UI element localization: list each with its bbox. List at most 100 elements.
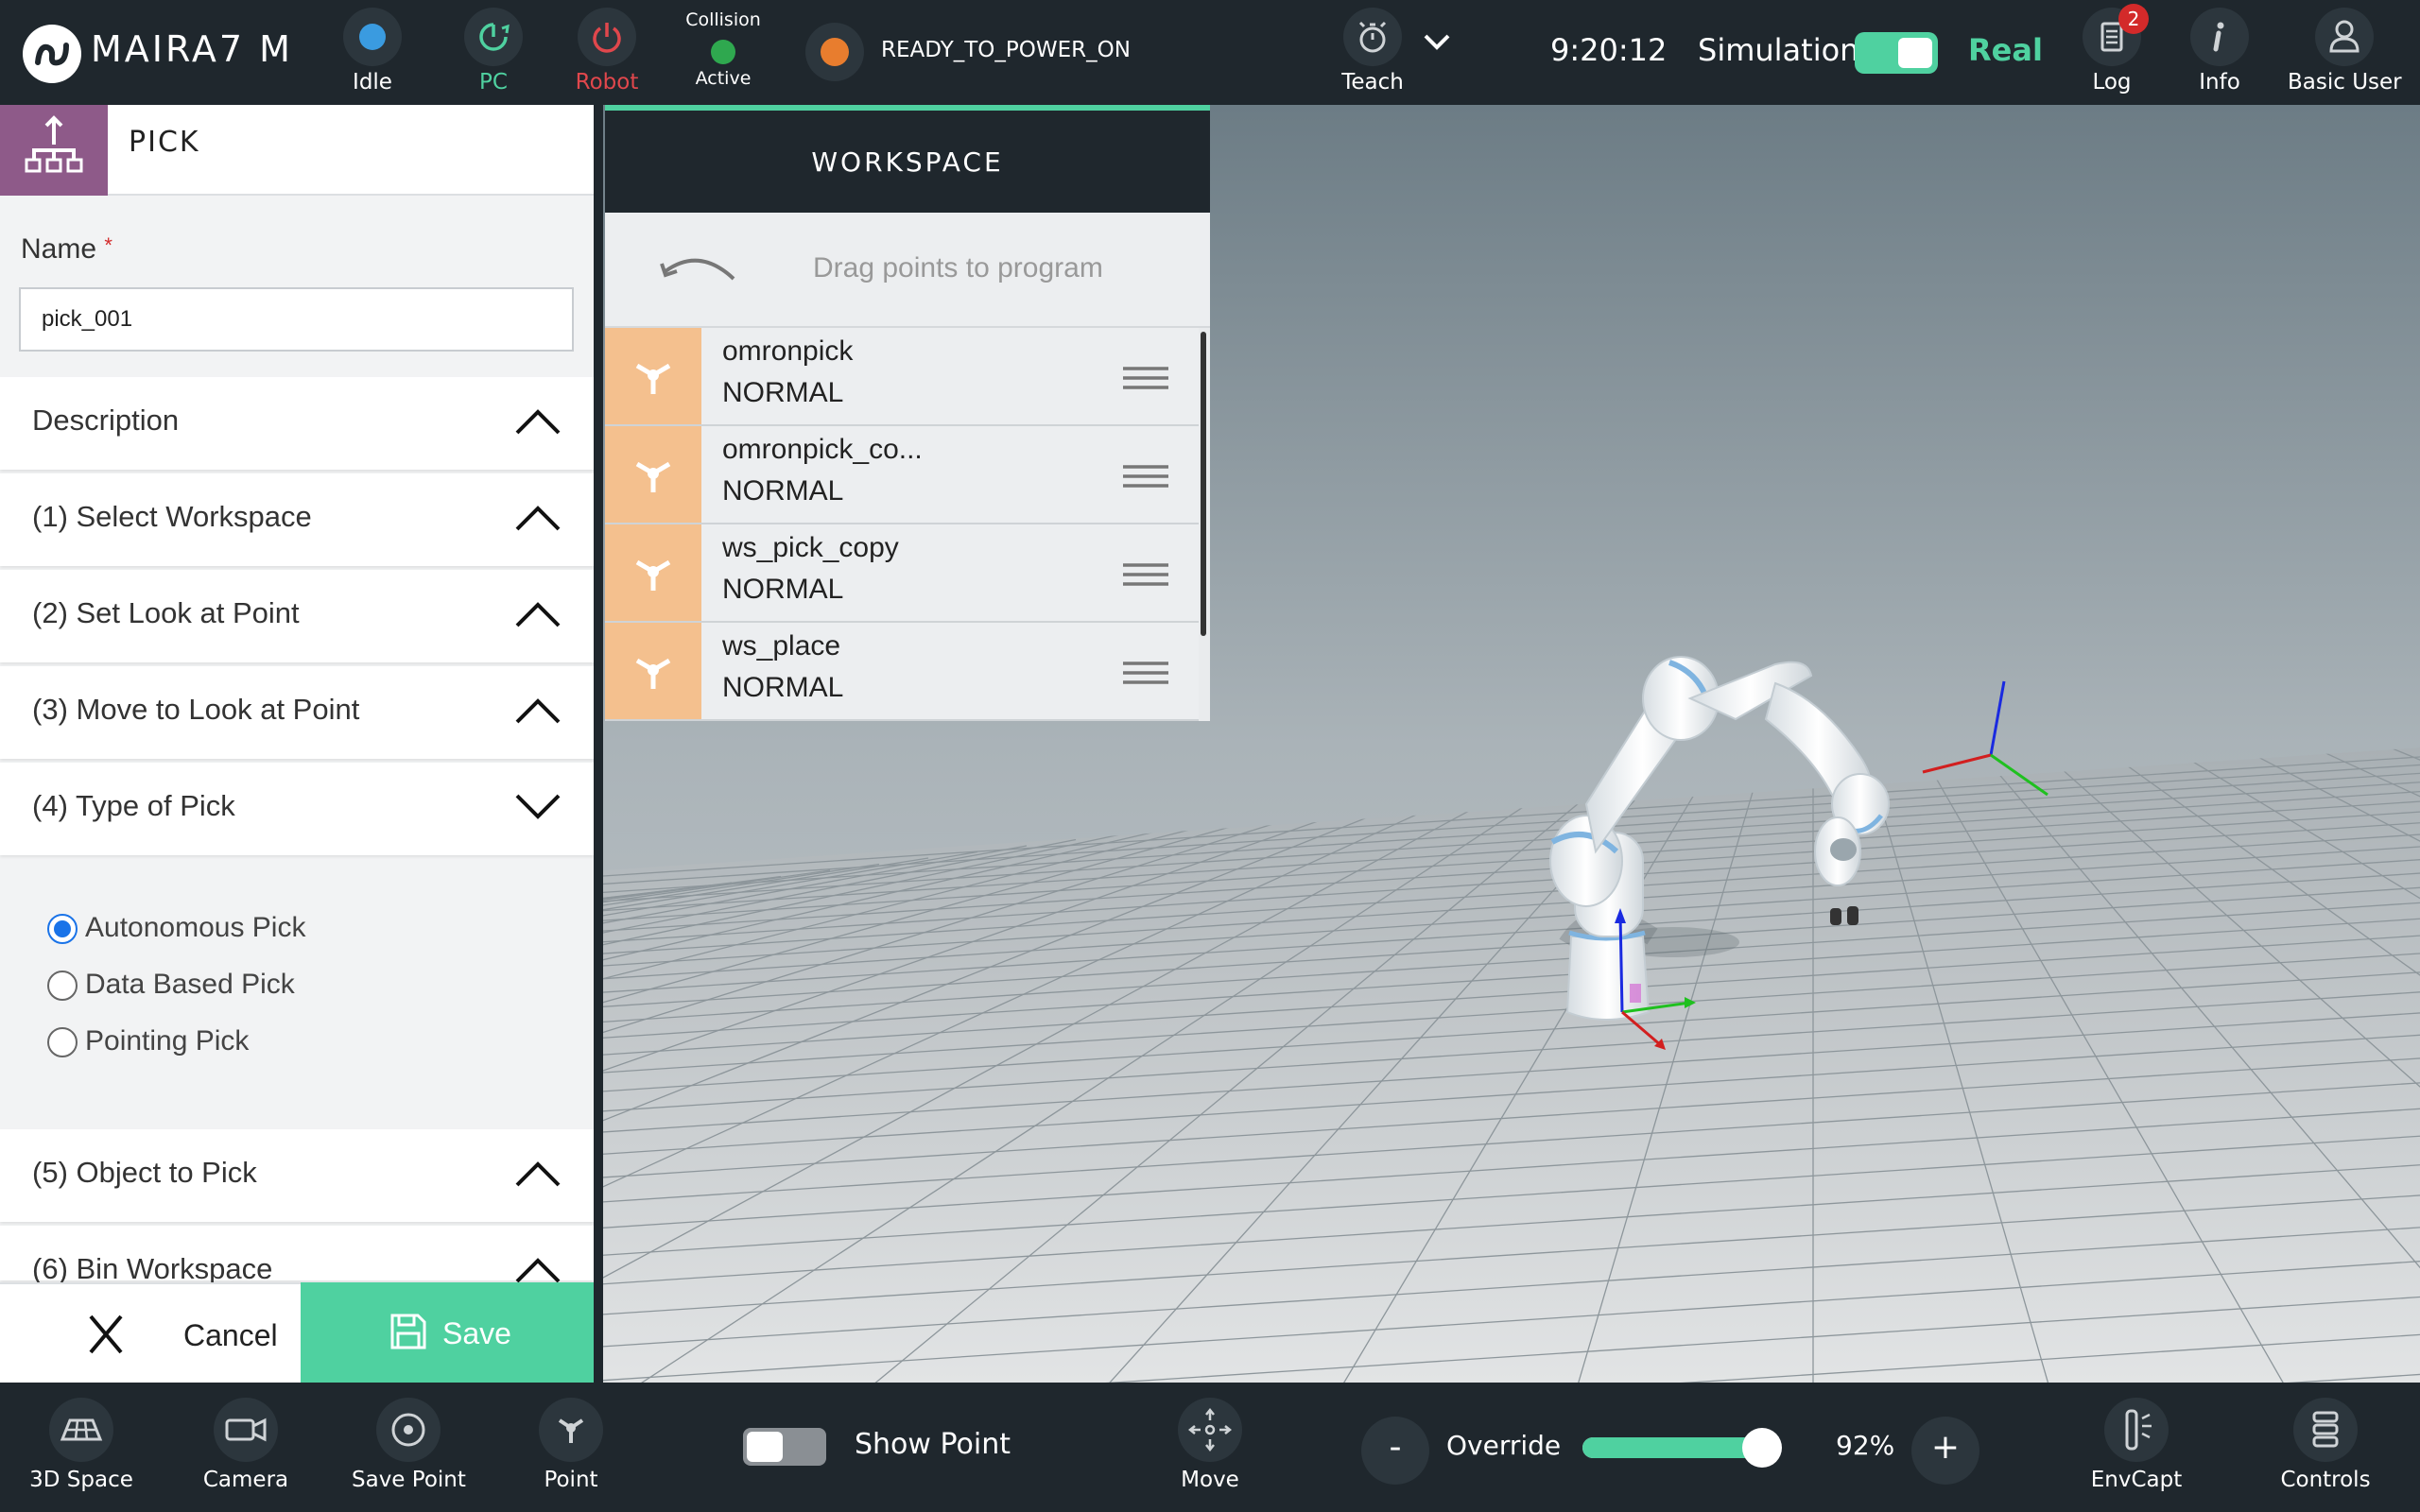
simulation-real-toggle[interactable] bbox=[1855, 32, 1938, 74]
override-value: 92% bbox=[1836, 1430, 1895, 1461]
idle-status-button[interactable]: Idle bbox=[338, 0, 406, 105]
pick-type-label: Data Based Pick bbox=[85, 969, 295, 1000]
accordion-section-label: (3) Move to Look at Point bbox=[32, 693, 360, 726]
collision-state: Active bbox=[695, 68, 752, 89]
point-name: ws_pick_copy bbox=[722, 532, 899, 563]
accordion-section-label: (4) Type of Pick bbox=[32, 789, 235, 822]
chevron-up-icon[interactable] bbox=[514, 504, 562, 536]
workspace-panel: WORKSPACE Drag points to program omronpi… bbox=[605, 105, 1210, 721]
point-icon bbox=[558, 1418, 584, 1443]
radio-button[interactable] bbox=[47, 1027, 78, 1057]
user-button[interactable]: Basic User bbox=[2288, 0, 2402, 105]
power-state-dot-icon bbox=[821, 38, 849, 66]
info-icon bbox=[2213, 22, 2224, 52]
accordion-section-label: (5) Object to Pick bbox=[32, 1156, 257, 1189]
collision-title: Collision bbox=[685, 9, 761, 30]
name-label: Name * bbox=[21, 233, 112, 266]
drag-handle-icon[interactable] bbox=[1121, 562, 1170, 591]
accordion-section-label: (6) Bin Workspace bbox=[32, 1252, 273, 1285]
point-name: omronpick bbox=[722, 335, 854, 367]
point-name: omronpick_co... bbox=[722, 434, 923, 465]
idle-status-dot-icon bbox=[359, 24, 386, 50]
name-label-text: Name bbox=[21, 233, 97, 265]
camera-icon bbox=[225, 1418, 267, 1442]
chevron-up-icon[interactable] bbox=[514, 407, 562, 439]
chevron-up-icon[interactable] bbox=[514, 1160, 562, 1192]
accordion-section[interactable]: (2) Set Look at Point bbox=[0, 570, 594, 662]
workspace-point-row[interactable]: ws_place NORMAL bbox=[605, 623, 1199, 721]
info-button[interactable]: Info bbox=[2186, 0, 2254, 105]
pick-type-label: Pointing Pick bbox=[85, 1025, 250, 1057]
power-state-text: READY_TO_POWER_ON bbox=[881, 38, 1131, 62]
radio-button[interactable] bbox=[47, 914, 78, 944]
drag-hint-area: Drag points to program bbox=[605, 213, 1210, 328]
point-mode: NORMAL bbox=[722, 574, 844, 605]
workspace-scrollbar[interactable] bbox=[1201, 332, 1206, 636]
grid-3d-icon bbox=[60, 1418, 103, 1441]
drag-handle-icon[interactable] bbox=[1121, 464, 1170, 492]
point-mode: NORMAL bbox=[722, 377, 844, 408]
panel-title: PICK bbox=[129, 126, 200, 159]
point-icon bbox=[605, 623, 701, 719]
chevron-up-icon[interactable] bbox=[514, 696, 562, 729]
point-icon bbox=[605, 426, 701, 523]
move-label: Move bbox=[1181, 1468, 1239, 1492]
accordion-section[interactable]: (3) Move to Look at Point bbox=[0, 666, 594, 759]
teach-button[interactable]: Teach bbox=[1339, 0, 1407, 105]
drag-handle-icon[interactable] bbox=[1121, 366, 1170, 394]
override-slider[interactable] bbox=[1582, 1428, 1782, 1468]
override-plus-button[interactable]: + bbox=[1911, 1417, 1979, 1485]
pc-status-button[interactable]: PC bbox=[459, 0, 527, 105]
accordion-section[interactable]: (4) Type of Pick bbox=[0, 763, 594, 855]
log-badge: 2 bbox=[2118, 4, 2149, 34]
radio-button[interactable] bbox=[47, 971, 78, 1001]
collision-dot-icon bbox=[711, 40, 735, 64]
name-input[interactable] bbox=[19, 287, 574, 352]
clock: 9:20:12 bbox=[1550, 32, 1668, 68]
controls-label: Controls bbox=[2280, 1468, 2371, 1492]
override-minus-button[interactable]: - bbox=[1361, 1417, 1429, 1485]
override-label: Override bbox=[1446, 1430, 1562, 1461]
save-button[interactable]: Save bbox=[301, 1282, 603, 1383]
curved-arrow-back-icon bbox=[660, 258, 735, 281]
override-slider-handle[interactable] bbox=[1741, 1428, 1782, 1468]
show-point-toggle[interactable] bbox=[743, 1428, 826, 1466]
point-mode: NORMAL bbox=[722, 672, 844, 703]
3d-space-button[interactable]: 3D Space bbox=[25, 1383, 138, 1492]
workspace-point-row[interactable]: omronpick_co... NORMAL bbox=[605, 426, 1199, 524]
accordion-section[interactable]: (1) Select Workspace bbox=[0, 473, 594, 566]
collision-status[interactable]: Collision Active bbox=[681, 9, 766, 94]
point-name: ws_place bbox=[722, 630, 841, 662]
chevron-down-icon[interactable] bbox=[1422, 32, 1452, 51]
workspace-point-row[interactable]: omronpick NORMAL bbox=[605, 328, 1199, 426]
override-slider-fill bbox=[1582, 1437, 1762, 1458]
workspace-point-row[interactable]: ws_pick_copy NORMAL bbox=[605, 524, 1199, 623]
user-icon bbox=[2329, 20, 2360, 53]
save-point-button[interactable]: Save Point bbox=[352, 1383, 466, 1492]
workspace-title: WORKSPACE bbox=[811, 146, 1004, 178]
save-label: Save bbox=[442, 1316, 511, 1350]
neura-logo-icon bbox=[23, 25, 81, 83]
chevron-up-icon[interactable] bbox=[514, 600, 562, 632]
log-button[interactable]: 2 Log bbox=[2078, 0, 2149, 105]
chevron-down-icon[interactable] bbox=[514, 793, 562, 825]
drag-handle-icon[interactable] bbox=[1121, 661, 1170, 689]
point-button[interactable]: Point bbox=[514, 1383, 628, 1492]
accordion-section[interactable]: (5) Object to Pick bbox=[0, 1129, 594, 1222]
pc-label: PC bbox=[479, 70, 508, 94]
robot-power-button[interactable]: Robot bbox=[573, 0, 641, 105]
required-mark: * bbox=[104, 233, 112, 257]
camera-label: Camera bbox=[202, 1468, 289, 1492]
envcapt-button[interactable]: EnvCapt bbox=[2080, 1383, 2193, 1492]
accordion-section[interactable]: (6) Bin Workspace bbox=[0, 1226, 594, 1285]
power-cycle-icon bbox=[479, 23, 510, 51]
info-label: Info bbox=[2199, 70, 2240, 94]
controls-button[interactable]: Controls bbox=[2269, 1383, 2382, 1492]
3d-space-label: 3D Space bbox=[29, 1468, 133, 1492]
save-disk-icon bbox=[390, 1314, 426, 1349]
move-button[interactable]: Move bbox=[1153, 1383, 1267, 1492]
camera-button[interactable]: Camera bbox=[189, 1383, 302, 1492]
bottom-toolbar: 3D Space Camera Save Point Point Show Po… bbox=[0, 1383, 2420, 1512]
cancel-button[interactable]: Cancel bbox=[0, 1282, 301, 1383]
accordion-section[interactable]: Description bbox=[0, 377, 594, 470]
